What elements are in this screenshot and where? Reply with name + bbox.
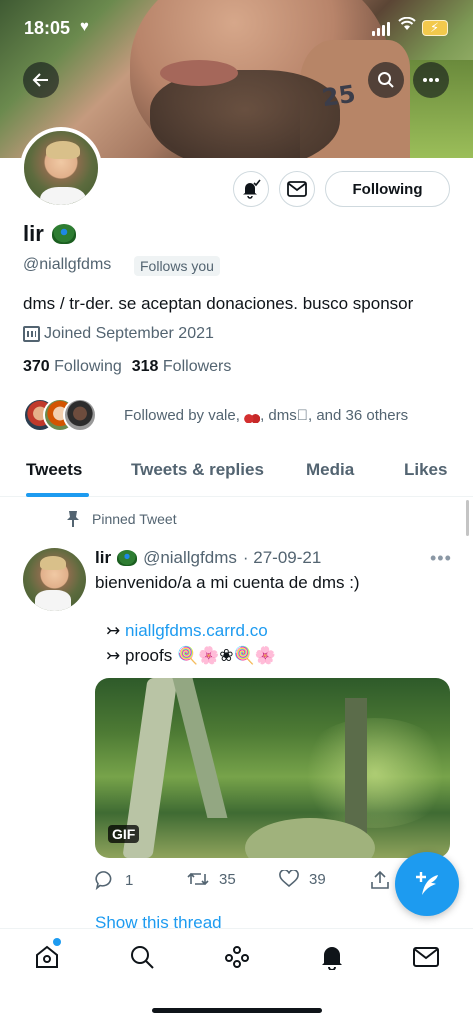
spaces-icon (225, 946, 249, 968)
profile-bio: dms / tr-der. se aceptan donaciones. bus… (23, 294, 414, 313)
heart-icon (279, 870, 299, 888)
tweet-proofs-line: ↣ proofs 🍭🌸❀🍭🌸 (106, 646, 276, 665)
profile-name: lir (23, 221, 76, 247)
status-bar: 18:05 ♥ ⚡ (0, 0, 473, 56)
cherry-emoji-icon (244, 409, 261, 424)
like-action[interactable]: 39 (279, 870, 326, 888)
following-count: 370 (23, 358, 50, 375)
search-button[interactable] (368, 62, 404, 98)
following-button[interactable]: Following (325, 171, 450, 207)
tab-likes[interactable]: Likes (404, 460, 447, 480)
follower-avatar (63, 398, 97, 432)
envelope-icon (287, 181, 307, 197)
joined-date-text: Joined September 2021 (44, 325, 214, 342)
signal-icon (372, 22, 392, 36)
status-time: 18:05 (24, 18, 71, 38)
wifi-icon (398, 16, 416, 36)
bell-icon (322, 947, 342, 970)
scrollbar[interactable] (466, 500, 469, 536)
more-icon (423, 78, 439, 82)
active-tab-indicator (26, 493, 89, 497)
tweet-date: · 27-09-21 (242, 548, 322, 567)
nav-notifications[interactable] (318, 943, 346, 971)
nav-home[interactable] (33, 943, 61, 971)
reply-action[interactable]: 1 (95, 870, 133, 890)
tweet-author-avatar[interactable] (23, 548, 86, 611)
nav-messages[interactable] (412, 943, 440, 971)
following-label: Following (54, 358, 122, 375)
following-stat[interactable]: 370 Following (23, 358, 122, 376)
profile-avatar[interactable] (20, 127, 102, 209)
tweet-author-name[interactable]: lir (95, 548, 111, 568)
tweet-link[interactable]: niallgfdms.carrd.co (125, 621, 268, 640)
profile-display-name: lir (23, 221, 44, 246)
arrow-left-icon (32, 73, 48, 87)
nav-spaces[interactable] (223, 943, 251, 971)
envelope-icon (413, 947, 439, 967)
reply-icon (95, 871, 112, 890)
retweet-count: 35 (219, 870, 236, 888)
share-icon (371, 870, 389, 889)
search-icon (378, 72, 394, 88)
bell-check-icon (243, 179, 261, 199)
notifications-toggle-button[interactable] (233, 171, 269, 207)
joined-date: Joined September 2021 (23, 325, 214, 343)
heart-icon: ♥ (80, 18, 89, 35)
pin-icon (67, 511, 79, 527)
gif-badge: GIF (108, 825, 140, 843)
tweet-proofs-text: proofs 🍭🌸❀🍭🌸 (124, 646, 276, 665)
tweet-more-icon[interactable]: ••• (430, 548, 452, 569)
compose-feather-icon (416, 872, 438, 895)
peacock-emoji-icon (117, 550, 138, 566)
tab-tweets[interactable]: Tweets (26, 460, 82, 480)
tab-tweets-replies[interactable]: Tweets & replies (131, 460, 264, 480)
calendar-icon (23, 326, 40, 342)
battery-charging-icon: ⚡ (422, 20, 448, 36)
profile-tabs: Tweets Tweets & replies Media Likes (0, 450, 473, 497)
share-action[interactable] (370, 870, 390, 890)
like-count: 39 (309, 870, 326, 888)
more-options-button[interactable] (413, 62, 449, 98)
peacock-emoji-icon (51, 224, 76, 244)
profile-handle: @niallgfdms (23, 256, 112, 273)
followed-by-row[interactable]: Followed by vale, , dms᳸, and 36 others (23, 398, 408, 432)
search-icon (131, 946, 154, 969)
tweet-link-line: ↣ niallgfdms.carrd.co (106, 621, 268, 640)
tab-media[interactable]: Media (306, 460, 354, 480)
home-icon (36, 945, 58, 968)
pinned-tweet-text: Pinned Tweet (92, 511, 177, 527)
back-button[interactable] (23, 62, 59, 98)
retweet-icon (187, 872, 209, 886)
followed-by-text: Followed by vale, , dms᳸, and 36 others (124, 407, 409, 424)
banner-lips (160, 60, 238, 86)
nav-explore[interactable] (128, 943, 156, 971)
retweet-action[interactable]: 35 (187, 870, 236, 888)
tweet-gif-media[interactable]: GIF (95, 678, 450, 858)
followers-label: Followers (162, 358, 232, 375)
tweet-author-handle[interactable]: @niallgfdms (143, 548, 237, 568)
followers-count: 318 (131, 358, 159, 375)
banner-tattoo: 25 (320, 79, 358, 113)
follows-you-badge: Follows you (134, 256, 220, 276)
tweet-text: bienvenido/a a mi cuenta de dms :) (95, 573, 360, 592)
compose-tweet-button[interactable] (395, 852, 459, 916)
pinned-tweet-label: Pinned Tweet (66, 510, 177, 528)
tweet-header: lir @niallgfdms · 27-09-21 (95, 548, 321, 568)
new-content-dot (53, 938, 61, 946)
home-indicator[interactable] (152, 1008, 322, 1013)
message-button[interactable] (279, 171, 315, 207)
followers-stat[interactable]: 318 Followers (132, 358, 232, 376)
reply-count: 1 (125, 871, 134, 889)
follow-stats: 370 Following 318 Followers (23, 358, 231, 376)
